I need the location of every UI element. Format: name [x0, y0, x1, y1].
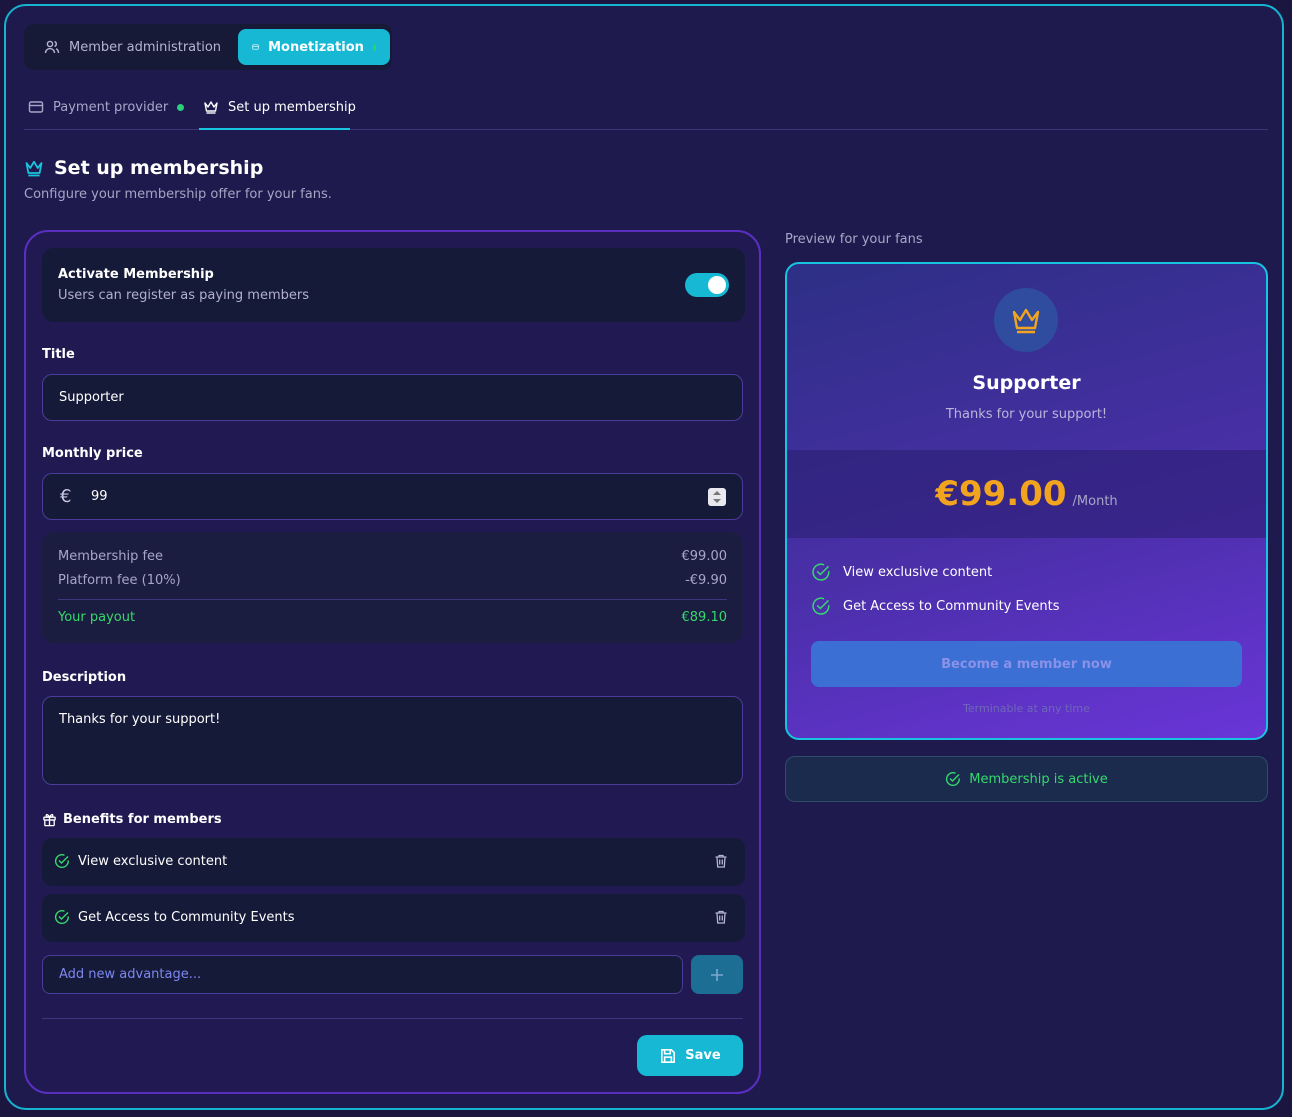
price-band: €99.00 /Month: [787, 450, 1266, 538]
gift-icon: [43, 813, 56, 827]
tab-label: Monetization: [268, 39, 364, 55]
activate-subtitle: Users can register as paying members: [58, 288, 309, 303]
preview-price: €99.00: [935, 474, 1067, 514]
tab-monetization[interactable]: Monetization: [238, 29, 390, 65]
benefit-text: Get Access to Community Events: [78, 910, 295, 925]
monthly-price-input[interactable]: € 99: [42, 473, 743, 520]
check-circle-icon: [54, 910, 69, 925]
check-circle-icon: [946, 772, 961, 787]
trash-icon[interactable]: [713, 853, 729, 869]
title-input-value: Supporter: [59, 390, 124, 405]
platform-fee-value: -€9.90: [685, 573, 727, 588]
become-member-button[interactable]: Become a member now: [811, 641, 1242, 687]
membership-fee-label: Membership fee: [58, 549, 164, 564]
plus-icon: [711, 968, 723, 981]
preview-benefit: View exclusive content: [811, 562, 992, 582]
save-icon: [661, 1048, 676, 1063]
card-icon: [28, 101, 44, 113]
crown-badge: [994, 288, 1058, 352]
active-tab-indicator: [199, 128, 350, 130]
preview-description: Thanks for your support!: [945, 407, 1108, 422]
new-advantage-placeholder: Add new advantage...: [59, 967, 202, 982]
users-icon: [44, 40, 60, 54]
preview-benefit: Get Access to Community Events: [811, 596, 1060, 616]
save-label: Save: [685, 1048, 721, 1063]
tab-set-up-membership[interactable]: Set up membership: [203, 96, 356, 118]
title-label: Title: [42, 347, 75, 362]
membership-fee-value: €99.00: [681, 549, 728, 564]
trash-icon[interactable]: [713, 909, 729, 925]
fee-breakdown: Membership fee €99.00 Platform fee (10%)…: [42, 532, 743, 643]
crown-icon: [204, 101, 218, 114]
price-stepper[interactable]: [708, 488, 726, 506]
benefit-item: View exclusive content: [42, 838, 745, 886]
price-input-value: 99: [91, 489, 108, 504]
top-tab-bar: Member administration Monetization: [24, 24, 392, 70]
activate-membership-row: Activate Membership Users can register a…: [42, 248, 745, 322]
preview-title: Supporter: [972, 372, 1081, 394]
card-header: Supporter Thanks for your support!: [787, 264, 1266, 450]
tab-label: Member administration: [69, 39, 222, 55]
new-advantage-input[interactable]: Add new advantage...: [42, 955, 683, 994]
page-header: Set up membership Configure your members…: [24, 157, 332, 202]
membership-preview-card: Supporter Thanks for your support! €99.0…: [785, 262, 1268, 740]
page-title-text: Set up membership: [54, 157, 264, 179]
check-circle-icon: [54, 854, 69, 869]
benefit-text: View exclusive content: [78, 854, 228, 869]
check-circle-icon: [812, 563, 830, 581]
activate-membership-toggle[interactable]: [685, 273, 729, 297]
platform-fee-row: Platform fee (10%) -€9.90: [58, 573, 727, 588]
tab-label: Set up membership: [228, 99, 356, 115]
title-input[interactable]: Supporter: [42, 374, 743, 421]
description-textarea[interactable]: Thanks for your support!: [42, 696, 743, 785]
preview-label: Preview for your fans: [785, 232, 923, 247]
crown-icon: [1012, 308, 1040, 334]
status-dot: [177, 103, 185, 111]
divider: [42, 1018, 743, 1019]
page-subtitle: Configure your membership offer for your…: [24, 187, 332, 202]
membership-fee-row: Membership fee €99.00: [58, 549, 727, 564]
card-icon: [252, 44, 259, 50]
payout-row: Your payout €89.10: [58, 610, 727, 625]
benefit-item: Get Access to Community Events: [42, 894, 745, 942]
divider: [58, 599, 727, 600]
sub-tab-bar: Payment provider Set up membership: [24, 90, 1268, 130]
preview-benefit-text: View exclusive content: [843, 564, 993, 580]
check-circle-icon: [812, 597, 830, 615]
activate-title: Activate Membership: [58, 267, 214, 282]
description-value: Thanks for your support!: [59, 712, 221, 727]
save-button[interactable]: Save: [637, 1035, 743, 1076]
payout-label: Your payout: [58, 610, 136, 625]
crown-icon: [25, 160, 43, 177]
payout-value: €89.10: [681, 610, 728, 625]
add-advantage-button[interactable]: [691, 955, 743, 994]
benefits-heading-text: Benefits for members: [63, 812, 222, 827]
app-frame: Member administration Monetization Payme…: [4, 4, 1284, 1110]
description-label: Description: [42, 670, 127, 685]
status-text: Membership is active: [969, 771, 1108, 787]
platform-fee-label: Platform fee (10%): [58, 573, 181, 588]
preview-price-period: /Month: [1072, 493, 1118, 509]
membership-status-badge: Membership is active: [785, 756, 1268, 802]
status-dot: [372, 43, 376, 51]
monthly-price-label: Monthly price: [42, 446, 143, 461]
page-title: Set up membership: [24, 157, 332, 179]
terminable-note: Terminable at any time: [963, 702, 1090, 715]
tab-member-administration[interactable]: Member administration: [30, 29, 235, 65]
euro-icon: €: [60, 486, 72, 507]
tab-label: Payment provider: [53, 99, 169, 115]
benefits-heading: Benefits for members: [42, 812, 222, 827]
membership-form-panel: Activate Membership Users can register a…: [24, 230, 761, 1094]
preview-benefit-text: Get Access to Community Events: [843, 598, 1060, 614]
tab-payment-provider[interactable]: Payment provider: [28, 96, 185, 118]
